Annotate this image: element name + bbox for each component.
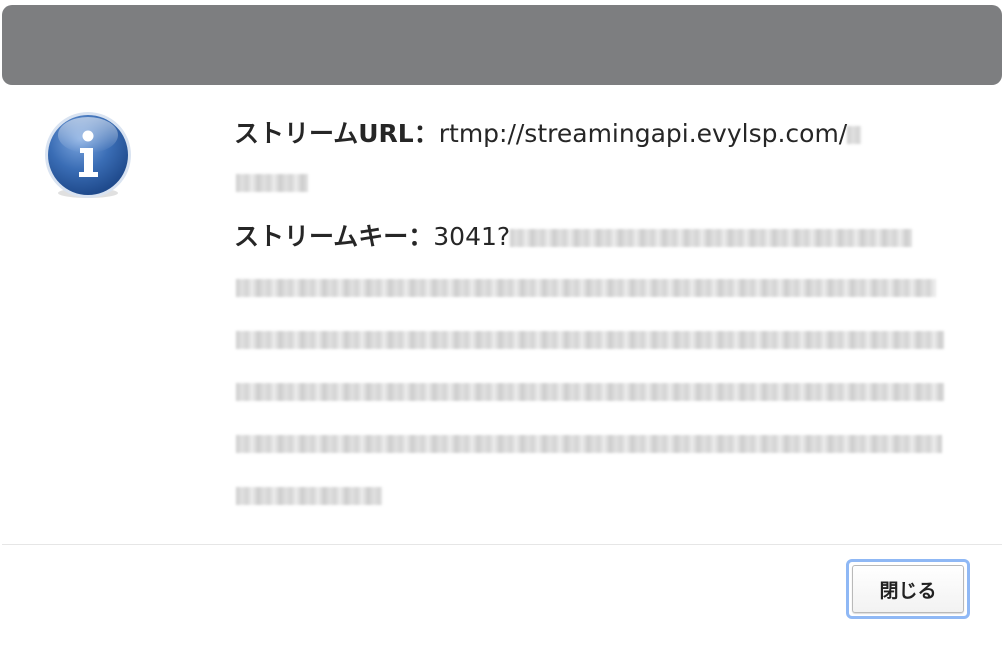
footer-divider [2, 544, 1002, 545]
info-icon [43, 111, 133, 201]
close-button-label: 閉じる [852, 565, 964, 613]
stream-info-content: ストリームURL：rtmp://streamingapi.evylsp.com/… [234, 108, 946, 522]
redacted-key-line [234, 470, 946, 522]
redacted-text [236, 435, 942, 453]
redacted-text [236, 279, 936, 297]
close-button[interactable]: 閉じる [846, 559, 970, 619]
redacted-text [510, 229, 913, 247]
stream-key-label: ストリームキー： [234, 222, 434, 251]
redacted-text [236, 487, 382, 505]
redacted-text [236, 174, 308, 192]
redacted-key-line [234, 314, 946, 366]
stream-url-value: rtmp://streamingapi.evylsp.com/ [438, 119, 848, 148]
redacted-key-line [234, 262, 946, 314]
stream-key-value: 3041? [433, 222, 511, 251]
stream-url-line: ストリームURL：rtmp://streamingapi.evylsp.com/ [234, 108, 946, 159]
redacted-text [847, 126, 862, 144]
redacted-text [236, 383, 944, 401]
dialog-titlebar [2, 5, 1002, 85]
stream-key-line: ストリームキー：3041? [234, 211, 946, 262]
redacted-key-line [234, 418, 946, 470]
redacted-key-line [234, 366, 946, 418]
stream-url-label: ストリームURL： [234, 119, 439, 148]
redacted-text [236, 331, 944, 349]
info-dialog: ストリームURL：rtmp://streamingapi.evylsp.com/… [0, 0, 1008, 648]
redacted-url-line [234, 159, 946, 211]
